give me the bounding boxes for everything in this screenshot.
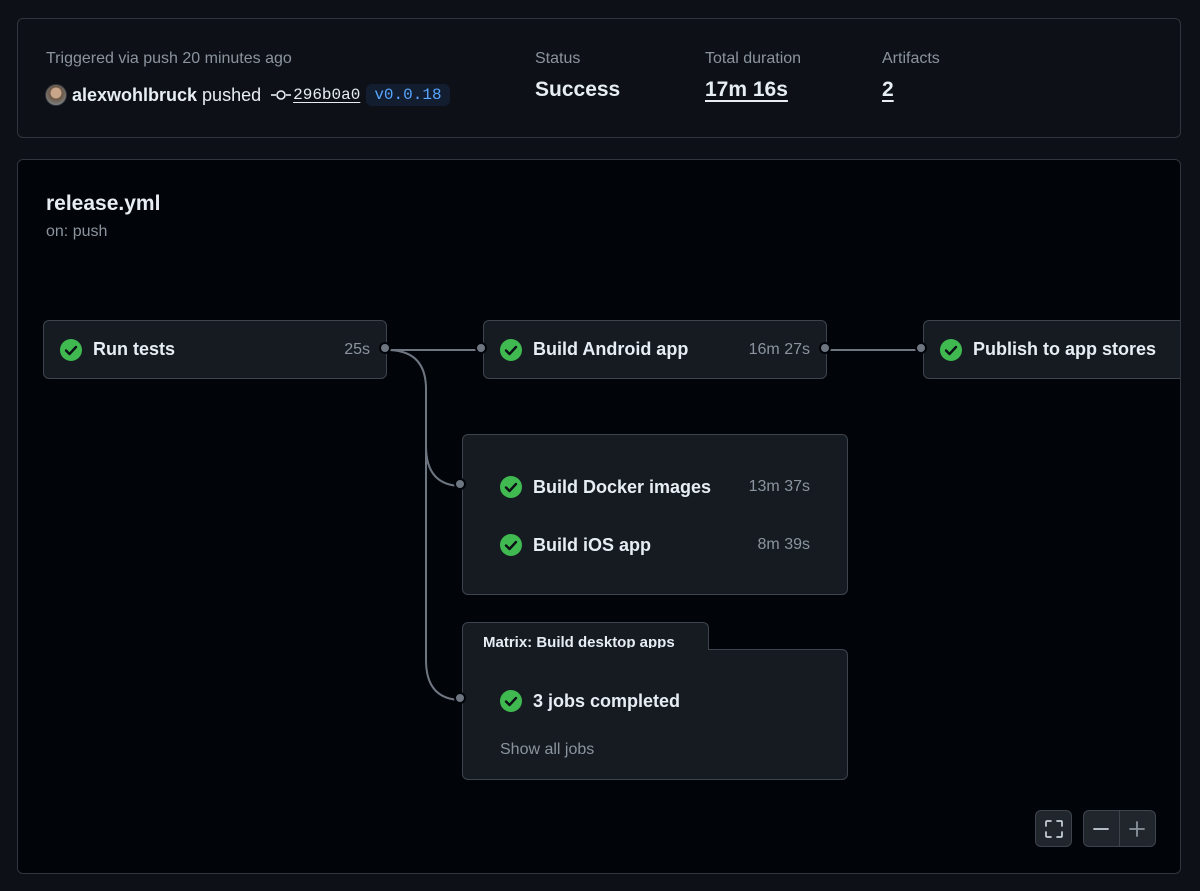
job-name: Publish to app stores [973,339,1157,359]
show-all-jobs-link[interactable]: Show all jobs [500,741,594,759]
job-name: Build Docker images [533,476,712,497]
plus-icon [1129,820,1146,837]
artifacts-stat: Artifacts 2 [882,50,940,102]
output-port [819,342,831,354]
commit-sha-link[interactable]: 296b0a0 [293,86,360,104]
matrix-summary[interactable]: 3 jobs completed [500,689,810,713]
job-name: Build iOS app [533,534,652,555]
artifacts-link[interactable]: 2 [882,78,940,102]
workflow-graph: release.yml on: push Run tests 25s Build… [17,159,1181,874]
job-name: Build Android app [533,339,689,359]
zoom-controls [1083,810,1156,847]
duration-label: Total duration [705,50,802,67]
input-port [475,342,487,354]
trigger-text: Triggered via push 20 minutes ago [46,50,292,67]
input-port [915,342,927,354]
tag-badge[interactable]: v0.0.18 [366,84,450,106]
duration-stat: Total duration 17m 16s [705,50,801,102]
action-text: pushed [202,84,262,105]
run-summary: Triggered via push 20 minutes ago alexwo… [17,18,1181,138]
job-group: Build Docker images 13m 37s Build iOS ap… [462,434,848,595]
job-publish[interactable]: Publish to app stores [923,320,1180,379]
status-label: Status [535,50,581,67]
job-duration: 25s [344,340,370,358]
job-build-ios[interactable]: Build iOS app 8m 39s [500,533,810,557]
duration-link[interactable]: 17m 16s [705,78,801,102]
git-commit-icon [271,90,292,100]
user-link[interactable]: alexwohlbruck [72,85,197,106]
zoom-in-button[interactable] [1120,811,1156,846]
job-run-tests[interactable]: Run tests 25s [43,320,387,379]
screen-full-icon [1044,819,1063,838]
check-circle-fill-icon [60,338,82,361]
input-port [454,692,466,704]
check-circle-fill-icon [500,338,522,361]
connector-tests-docker [386,349,463,487]
check-circle-fill-icon [500,534,522,556]
avatar[interactable] [45,84,67,106]
job-duration: 13m 37s [748,478,810,495]
status-value: Success [535,78,621,101]
check-circle-fill-icon [500,476,522,498]
output-port [379,342,391,354]
check-circle-fill-icon [940,338,962,361]
dash-icon [1093,827,1110,830]
artifacts-label: Artifacts [882,50,940,67]
status-stat: Status Success [535,50,620,102]
matrix-summary-text: 3 jobs completed [533,690,681,711]
job-build-android[interactable]: Build Android app 16m 27s [483,320,827,379]
matrix-group: 3 jobs completed Show all jobs [462,649,848,780]
trigger-details: alexwohlbruck pushed 296b0a0 v0.0.18 [45,83,450,107]
job-name: Run tests [93,339,176,359]
input-port [454,478,466,490]
fullscreen-button[interactable] [1035,810,1072,847]
job-build-docker[interactable]: Build Docker images 13m 37s [500,475,810,499]
job-duration: 16m 27s [748,340,810,358]
job-duration: 8m 39s [757,536,810,553]
check-circle-fill-icon [500,690,522,712]
matrix-tab-join [463,648,708,651]
zoom-out-button[interactable] [1084,811,1120,846]
